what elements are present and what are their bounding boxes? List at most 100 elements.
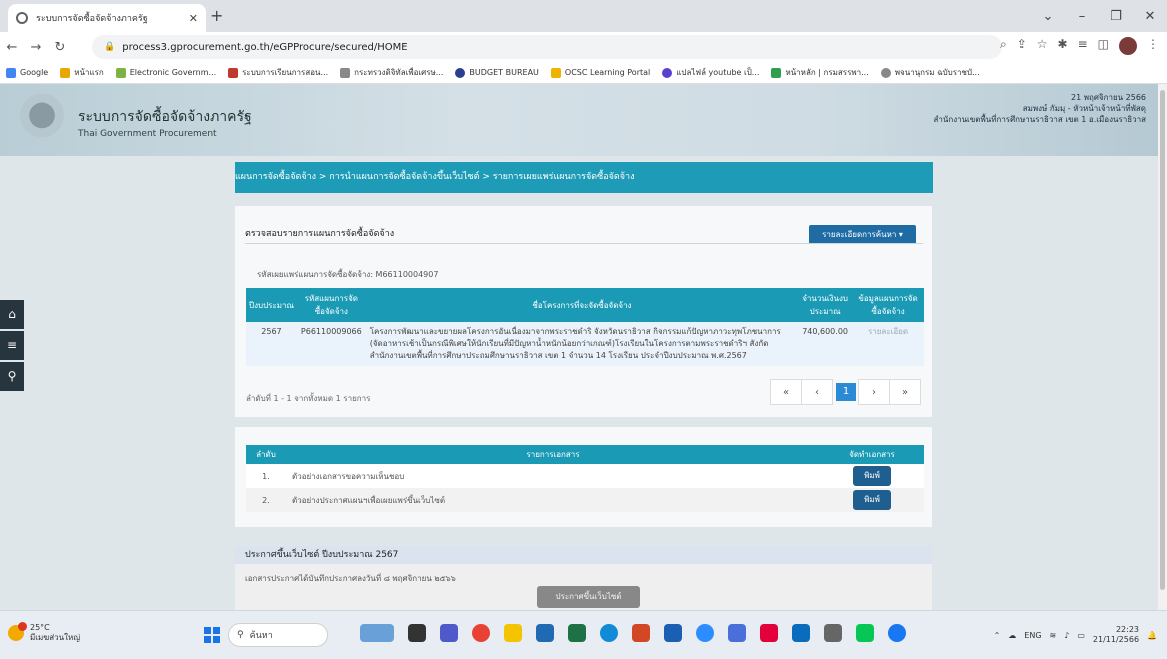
wifi-icon[interactable]: ≋ [1050,631,1057,640]
file-explorer-icon[interactable] [504,624,522,642]
header-date: 21 พฤศจิกายน 2566 [1071,93,1146,102]
page-last-button[interactable]: » [889,379,921,405]
reading-list-icon[interactable]: ≡ [1078,37,1088,55]
bookmark-item[interactable]: กระทรวงดิจิทัลเพื่อเศรษ... [340,66,443,79]
page-next-button[interactable]: › [858,379,890,405]
address-bar[interactable]: 🔒 process3.gprocurement.go.th/eGPProcure… [92,35,1002,59]
lock-icon[interactable]: 🔒 [104,42,115,52]
site-subtitle: Thai Government Procurement [78,129,217,139]
home-icon[interactable]: ⌂ [0,300,24,329]
onedrive-icon[interactable]: ☁ [1008,631,1016,640]
plan-check-panel: ตรวจสอบรายการแผนการจัดซื้อจัดจ้าง รายละเ… [235,206,932,417]
app-icon[interactable] [728,624,746,642]
announce-panel: ประกาศขึ้นเว็บไซต์ ปีงบประมาณ 2567 เอกสา… [235,546,932,610]
minimize-icon[interactable]: – [1065,9,1099,24]
tab-search-icon[interactable]: ⌄ [1031,9,1065,24]
search-detail-button[interactable]: รายละเอียดการค้นหา ▾ [809,225,916,244]
side-toolbar: ⌂ ≡ ⚲ [0,300,24,393]
cell-year: 2567 [246,322,297,366]
site-favicon-icon [16,12,28,24]
app-icon[interactable] [360,624,394,642]
col-document: รายการเอกสาร [286,445,820,464]
volume-icon[interactable]: ♪ [1064,631,1069,640]
menu-icon[interactable]: ≡ [0,331,24,360]
extensions-icon[interactable]: ✱ [1058,37,1068,55]
battery-icon[interactable]: ▭ [1077,631,1085,640]
facebook-icon[interactable] [888,624,906,642]
close-window-icon[interactable]: ✕ [1133,9,1167,24]
notepad-icon[interactable] [824,624,842,642]
bookmark-item[interactable]: BUDGET BUREAU [455,67,539,78]
close-tab-icon[interactable]: ✕ [189,12,198,25]
documents-table: ลำดับ รายการเอกสาร จัดทำเอกสาร 1. ตัวอย่… [246,445,924,512]
system-tray: ⌃ ☁ ENG ≋ ♪ ▭ 22:23 21/11/2566 🔔 [994,625,1157,645]
cell-plan-code: P66110009066 [296,322,366,366]
mail-icon[interactable] [792,624,810,642]
line-icon[interactable] [856,624,874,642]
table-row: 2. ตัวอย่างประกาศแผนฯเพื่อเผยแพร่ขึ้นเว็… [246,488,924,512]
teams-icon[interactable] [440,624,458,642]
chevron-up-icon[interactable]: ⌃ [994,631,1001,640]
notification-icon[interactable]: 🔔 [1147,631,1157,640]
new-tab-icon[interactable]: + [210,6,223,25]
browser-tab[interactable]: ระบบการจัดซื้อจัดจ้างภาครัฐ ✕ [8,4,206,32]
plan-detail-link[interactable]: รายละเอียด [852,322,924,366]
documents-panel: ลำดับ รายการเอกสาร จัดทำเอกสาร 1. ตัวอย่… [235,427,932,527]
sidepanel-icon[interactable]: ◫ [1098,37,1109,55]
col-plan-info: ข้อมูลแผนการจัดซื้อจัดจ้าง [852,288,924,322]
search-icon: ⚲ [237,630,244,640]
publish-code: รหัสเผยแพร่แผนการจัดซื้อจัดจ้าง: M661100… [257,270,439,279]
bookmarks-bar: Google หน้าแรก Electronic Governm... ระบ… [0,62,1167,84]
bookmark-item[interactable]: พจนานุกรม ฉบับราชบั... [880,66,980,79]
user-info: 21 พฤศจิกายน 2566 สมพงษ์ กัมมุ - หัวหน้า… [934,92,1147,125]
forward-icon[interactable]: → [24,40,48,55]
search-icon[interactable]: ⚲ [0,362,24,391]
restore-icon[interactable]: ❐ [1099,9,1133,24]
chrome-icon[interactable] [472,624,490,642]
word-icon[interactable] [536,624,554,642]
page-scrollbar[interactable] [1158,84,1167,610]
scroll-thumb[interactable] [1160,90,1165,590]
garuda-emblem-icon [20,92,64,144]
plan-table: ปีงบประมาณ รหัสแผนการจัดซื้อจัดจ้าง ชื่อ… [246,288,924,366]
announce-button[interactable]: ประกาศขึ้นเว็บไซต์ [537,586,640,608]
bookmark-item[interactable]: หน้าแรก [60,66,104,79]
address-row: ← → ↻ 🔒 process3.gprocurement.go.th/eGPP… [0,32,1167,62]
doc-no: 1. [246,464,286,488]
bookmark-item[interactable]: หน้าหลัก | กรมสรรพา... [771,66,869,79]
taskbar-search[interactable]: ⚲ ค้นหา [228,623,328,647]
toolbar-actions: ⌕ ⇪ ☆ ✱ ≡ ◫ ⋮ [1000,37,1159,55]
reload-icon[interactable]: ↻ [48,40,72,55]
page-first-button[interactable]: « [770,379,802,405]
print-button[interactable]: พิมพ์ [853,490,891,510]
clock[interactable]: 22:23 21/11/2566 [1093,625,1139,645]
profile-avatar[interactable] [1119,37,1137,55]
back-icon[interactable]: ← [0,40,24,55]
windows-start-icon[interactable] [204,627,220,643]
powerpoint-icon[interactable] [632,624,650,642]
bookmark-item[interactable]: Google [6,67,48,78]
edge-icon[interactable] [600,624,618,642]
menu-icon[interactable]: ⋮ [1147,37,1159,55]
search-placeholder: ค้นหา [249,631,273,641]
weather-widget[interactable]: 25°C มีเมฆส่วนใหญ่ [8,622,80,643]
store-icon[interactable] [664,624,682,642]
share-icon[interactable]: ⇪ [1017,37,1027,55]
excel-icon[interactable] [568,624,586,642]
language-indicator[interactable]: ENG [1024,631,1041,640]
zoom-app-icon[interactable] [696,624,714,642]
bookmark-item[interactable]: ระบบการเรียนการสอน... [228,66,328,79]
col-budget: จำนวนเงินงบประมาณ [798,288,852,322]
clock-time: 22:23 [1115,625,1140,634]
bookmark-item[interactable]: OCSC Learning Portal [550,67,650,78]
print-button[interactable]: พิมพ์ [853,466,891,486]
doc-name: ตัวอย่างประกาศแผนฯเพื่อเผยแพร่ขึ้นเว็บไซ… [286,488,820,512]
page-current-button[interactable]: 1 [836,383,856,401]
task-view-icon[interactable] [408,624,426,642]
zoom-icon[interactable]: ⌕ [1000,37,1007,55]
bookmark-item[interactable]: แปลไฟล์ youtube เป็... [662,66,759,79]
bookmark-star-icon[interactable]: ☆ [1037,37,1048,55]
page-prev-button[interactable]: ‹ [801,379,833,405]
youtube-icon[interactable] [760,624,778,642]
bookmark-item[interactable]: Electronic Governm... [115,67,216,78]
